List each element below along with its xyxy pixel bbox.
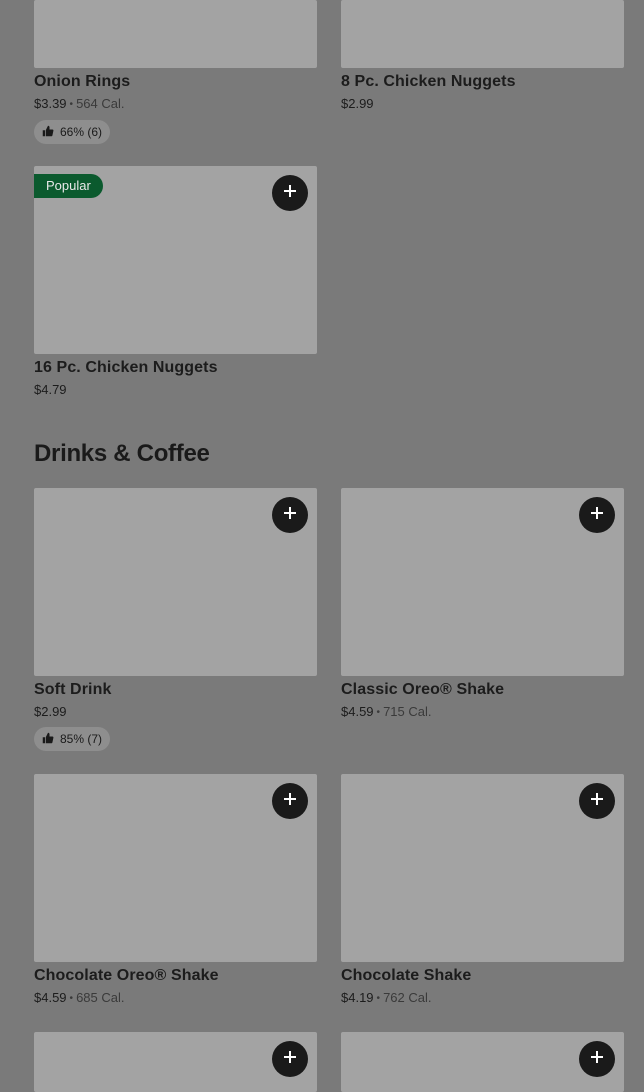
item-name: Chocolate Shake <box>341 967 472 984</box>
item-price: $2.99 <box>34 704 67 719</box>
item-image[interactable] <box>34 1032 317 1092</box>
menu-item-card[interactable] <box>34 1032 317 1092</box>
separator-dot: • <box>69 993 74 1004</box>
item-calories: 762 Cal. <box>383 990 432 1005</box>
item-image[interactable] <box>341 488 624 676</box>
thumbs-up-icon <box>42 125 54 140</box>
rating-text: 66% (6) <box>60 125 103 139</box>
item-name: Onion Rings <box>34 73 131 90</box>
thumbs-up-icon <box>42 732 54 747</box>
plus-icon <box>590 506 604 525</box>
item-price: $4.59 <box>341 704 374 719</box>
menu-item-card[interactable]: Chocolate Shake $4.19 • 762 Cal. <box>341 774 624 1006</box>
add-item-button[interactable] <box>579 1041 615 1077</box>
item-price: $4.59 <box>34 990 67 1005</box>
separator-dot: • <box>69 99 74 110</box>
separator-dot: • <box>376 993 381 1004</box>
item-meta: $4.59 • 715 Cal. <box>341 704 624 720</box>
item-name: Soft Drink <box>34 681 112 698</box>
item-image[interactable] <box>341 0 624 68</box>
menu-item-card[interactable]: Onion Rings $3.39 • 564 Cal. 66% (6) <box>34 0 317 144</box>
rating-badge: 66% (6) <box>34 120 111 144</box>
item-image[interactable] <box>341 774 624 962</box>
rating-text: 85% (7) <box>60 732 103 746</box>
item-calories: 564 Cal. <box>76 96 125 111</box>
rating-badge: 85% (7) <box>34 727 111 751</box>
item-price: $2.99 <box>341 96 374 111</box>
item-meta: $2.99 <box>341 96 624 111</box>
plus-icon <box>283 506 297 525</box>
menu-item-card[interactable]: Popular 16 Pc. Chicken Nuggets $4.79 <box>34 166 317 397</box>
item-image[interactable] <box>34 0 317 68</box>
add-item-button[interactable] <box>272 175 308 211</box>
item-name: 16 Pc. Chicken Nuggets <box>34 359 218 376</box>
item-name: Classic Oreo® Shake <box>341 681 505 698</box>
item-meta: $3.39 • 564 Cal. <box>34 96 317 112</box>
plus-icon <box>283 184 297 203</box>
separator-dot: • <box>376 707 381 718</box>
plus-icon <box>283 1050 297 1069</box>
add-item-button[interactable] <box>579 783 615 819</box>
menu-item-card[interactable]: 8 Pc. Chicken Nuggets $2.99 <box>341 0 624 111</box>
item-name: Chocolate Oreo® Shake <box>34 967 219 984</box>
add-item-button[interactable] <box>272 783 308 819</box>
add-item-button[interactable] <box>272 497 308 533</box>
add-item-button[interactable] <box>579 497 615 533</box>
item-calories: 685 Cal. <box>76 990 125 1005</box>
menu-item-card[interactable]: Chocolate Oreo® Shake $4.59 • 685 Cal. <box>34 774 317 1006</box>
item-price: $4.19 <box>341 990 374 1005</box>
item-image[interactable] <box>34 488 317 676</box>
item-image[interactable] <box>34 774 317 962</box>
popular-badge: Popular <box>34 174 103 198</box>
item-meta: $4.79 <box>34 382 317 397</box>
menu-item-card[interactable]: Soft Drink $2.99 85% (7) <box>34 488 317 751</box>
item-meta: $4.19 • 762 Cal. <box>341 990 624 1006</box>
plus-icon <box>590 1050 604 1069</box>
item-image[interactable] <box>341 1032 624 1092</box>
plus-icon <box>590 792 604 811</box>
menu-page: Onion Rings $3.39 • 564 Cal. 66% (6) 8 Pc.… <box>0 0 644 1092</box>
menu-item-card[interactable]: Classic Oreo® Shake $4.59 • 715 Cal. <box>341 488 624 720</box>
item-meta: $4.59 • 685 Cal. <box>34 990 317 1006</box>
item-meta: $2.99 <box>34 704 317 719</box>
plus-icon <box>283 792 297 811</box>
item-calories: 715 Cal. <box>383 704 432 719</box>
item-price: $4.79 <box>34 382 67 397</box>
item-image[interactable]: Popular <box>34 166 317 354</box>
item-name: 8 Pc. Chicken Nuggets <box>341 73 516 90</box>
menu-item-card[interactable] <box>341 1032 624 1092</box>
section-title: Drinks & Coffee <box>34 440 210 467</box>
add-item-button[interactable] <box>272 1041 308 1077</box>
item-price: $3.39 <box>34 96 67 111</box>
